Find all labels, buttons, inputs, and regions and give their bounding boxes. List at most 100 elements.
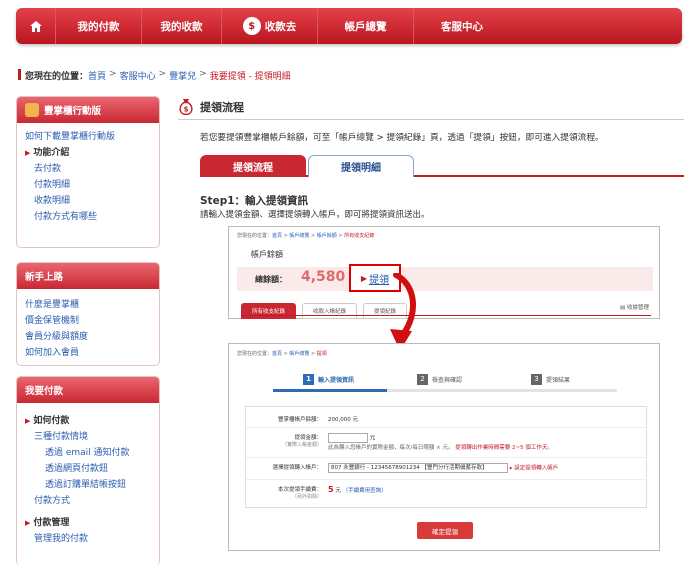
sidebar-item[interactable]: 付款方式有哪些 [25, 209, 159, 225]
sidebar-link[interactable]: 付款方式 [34, 496, 70, 506]
page-title: $ 提領流程 [178, 98, 244, 115]
sidebar-header: 我要付款 [17, 377, 159, 403]
sidebar-item[interactable]: 透過 email 通知付款 [25, 445, 159, 461]
row-divider [246, 427, 646, 428]
sidebar-item[interactable]: ▶ 如何付款 [25, 413, 159, 429]
mini-tab[interactable]: 所有收支紀錄 [241, 303, 297, 319]
account-select[interactable]: 807 永豐銀行 - 12345678901234 【豐門分行活期儲蓄存款】 [328, 463, 508, 473]
phone-icon [25, 103, 39, 117]
sidebar-item[interactable]: 付款明細 [25, 177, 159, 193]
sidebar-item[interactable]: 三種付款情境 [25, 429, 159, 445]
step-progress-fill [273, 389, 387, 392]
screenshot-balance: 您現在的位置：首頁 > 帳戶總覽 > 帳戶餘額 > 所有收支紀錄 帳戶餘額 總餘… [228, 226, 660, 319]
step-title: Step1：輸入提領資訊 [200, 195, 309, 207]
sidebar-link[interactable]: 功能介紹 [33, 148, 69, 158]
sidebar-link[interactable]: 透過 email 通知付款 [45, 448, 130, 458]
step-label: 檢查與確認 [432, 376, 463, 384]
sidebar-item[interactable]: 付款方式 [25, 493, 159, 509]
mini-breadcrumb-item: 帳戶餘額 [316, 233, 337, 239]
account-select-value: 807 永豐銀行 - 12345678901234 【豐門分行活期儲蓄存款】 [331, 465, 488, 471]
sidebar-item[interactable]: 透過訂購單結帳按鈕 [25, 477, 159, 493]
sidebar-link[interactable]: 什麼是豐掌櫃 [25, 300, 79, 310]
sidebar-item[interactable]: 去付款 [25, 161, 159, 177]
fee-query-link[interactable]: （手續費用查詢） [343, 488, 387, 494]
money-bag-icon: $ [179, 99, 193, 115]
nav-label: 我的付款 [77, 20, 120, 33]
form-value: 807 永豐銀行 - 12345678901234 【豐門分行活期儲蓄存款】 ▸… [328, 463, 558, 473]
nav-service-center[interactable]: 客服中心 [414, 8, 510, 44]
mini-breadcrumb-current: 所有收支紀錄 [344, 233, 375, 239]
sidebar-link[interactable]: 透過網頁付款鈕 [45, 464, 108, 474]
balance-bar: 總餘額： 4,580 ▶ 提領 [237, 264, 653, 292]
home-icon [29, 20, 42, 32]
step-1: 1 輸入提領資訊 [303, 372, 354, 386]
step-3: 3 提領結果 [531, 372, 570, 386]
breadcrumb-sep: > [109, 69, 117, 79]
sidebar-title: 豐掌櫃行動版 [44, 106, 102, 117]
sidebar-link[interactable]: 收款明細 [34, 196, 70, 206]
sidebar-link[interactable]: 付款管理 [33, 518, 69, 528]
page-title-text: 提領流程 [200, 100, 244, 114]
sidebar-item[interactable]: 如何加入會員 [25, 345, 159, 361]
breadcrumb-service[interactable]: 客服中心 [120, 69, 156, 82]
mini-breadcrumb: 您現在的位置：首頁 > 帳戶總覽 > 帳戶餘額 > 所有收支紀錄 [237, 233, 375, 239]
sidebar-link[interactable]: 管理我的付款 [34, 534, 88, 544]
receipt-manage[interactable]: ▤ 收據管理 [620, 303, 649, 311]
sidebar-item[interactable]: 透過網頁付款鈕 [25, 461, 159, 477]
amount-note-red: 提領轉出作業時間需要 2~5 個工作天。 [455, 445, 553, 451]
nav-collect[interactable]: $ 收款去 [222, 8, 318, 44]
sidebar-item[interactable]: 管理我的付款 [25, 531, 159, 547]
sidebar-link[interactable]: 透過訂購單結帳按鈕 [45, 480, 126, 490]
sidebar-mobile-box: 豐掌櫃行動版 如何下載豐掌櫃行動版 ▶ 功能介紹 去付款 付款明細 收款明細 付款… [16, 96, 160, 248]
sidebar-item[interactable]: 什麼是豐掌櫃 [25, 297, 159, 313]
nav-label: 客服中心 [441, 20, 483, 33]
step-label: 提領結果 [546, 376, 571, 384]
tab-withdraw-flow[interactable]: 提領流程 [200, 155, 306, 177]
sidebar-link[interactable]: 三種付款情境 [34, 432, 88, 442]
sidebar-link[interactable]: 價金保管機制 [25, 316, 79, 326]
sidebar-title: 新手上路 [25, 272, 64, 283]
breadcrumb-home[interactable]: 首頁 [88, 69, 106, 82]
sidebar-link[interactable]: 會員分級與額度 [25, 332, 88, 342]
form-key: 本次提領手續費： （另外扣除） [246, 485, 322, 500]
tab-withdraw-detail[interactable]: 提領明細 [308, 155, 414, 177]
mini-tab[interactable]: 收款入帳紀錄 [302, 303, 358, 319]
balance-label: 總餘額： [255, 275, 287, 284]
sidebar-link[interactable]: 如何加入會員 [25, 348, 79, 358]
mini-breadcrumb-item: 首頁 [272, 351, 283, 357]
breadcrumb-label: 您現在的位置： [25, 72, 89, 82]
home-button[interactable] [16, 8, 56, 44]
sidebar-item[interactable]: 如何下載豐掌櫃行動版 [25, 129, 159, 145]
mini-tab-underline [241, 315, 651, 316]
form-key-sub: （實際入帳金額） [281, 442, 322, 448]
nav-my-receipts[interactable]: 我的收款 [142, 8, 222, 44]
sidebar-item[interactable]: ▶ 付款管理 [25, 515, 159, 531]
sidebar-link[interactable]: 去付款 [34, 164, 61, 174]
breadcrumb-current: 我要提領 - 提領明細 [209, 72, 291, 82]
form-key: 提領金額： （實際入帳金額） [246, 433, 322, 448]
sidebar-link[interactable]: 付款方式有哪些 [34, 212, 97, 222]
form-key-sub: （另外扣除） [291, 494, 322, 500]
form-key: 豐掌櫃帳戶餘額： [277, 417, 322, 423]
step-number: 3 [531, 373, 542, 385]
step-2: 2 檢查與確認 [417, 372, 462, 386]
sidebar-link[interactable]: 如何付款 [33, 416, 69, 426]
confirm-withdraw-button[interactable]: 確定提領 [417, 522, 473, 539]
mini-breadcrumb: 您現在的位置：首頁 > 帳戶總覽 > 提領 [237, 351, 327, 357]
sidebar-item[interactable]: 收款明細 [25, 193, 159, 209]
mini-breadcrumb-label: 您現在的位置： [237, 233, 273, 239]
nav-my-payments[interactable]: 我的付款 [56, 8, 142, 44]
sidebar-link[interactable]: 付款明細 [34, 180, 70, 190]
amount-input[interactable] [328, 433, 368, 443]
sidebar-header: 新手上路 [17, 263, 159, 289]
form-value: 元 此為轉入您帳戶的實際金額，每次/每日限額 × 元。 提領轉出作業時間需要 2… [328, 433, 553, 451]
breadcrumb-fengzhang[interactable]: 豐掌兒 [169, 69, 196, 82]
nav-account-overview[interactable]: 帳戶總覽 [318, 8, 414, 44]
set-account-link[interactable]: 設定提領轉入帳戶 [514, 466, 558, 472]
sidebar-link[interactable]: 如何下載豐掌櫃行動版 [25, 132, 115, 142]
sidebar-item[interactable]: ▶ 功能介紹 [25, 145, 159, 161]
sidebar-item[interactable]: 價金保管機制 [25, 313, 159, 329]
sidebar-item[interactable]: 會員分級與額度 [25, 329, 159, 345]
amount-note: 此為轉入您帳戶的實際金額，每次/每日限額 × 元。 [328, 445, 454, 451]
nav-label: 帳戶總覽 [344, 20, 387, 33]
